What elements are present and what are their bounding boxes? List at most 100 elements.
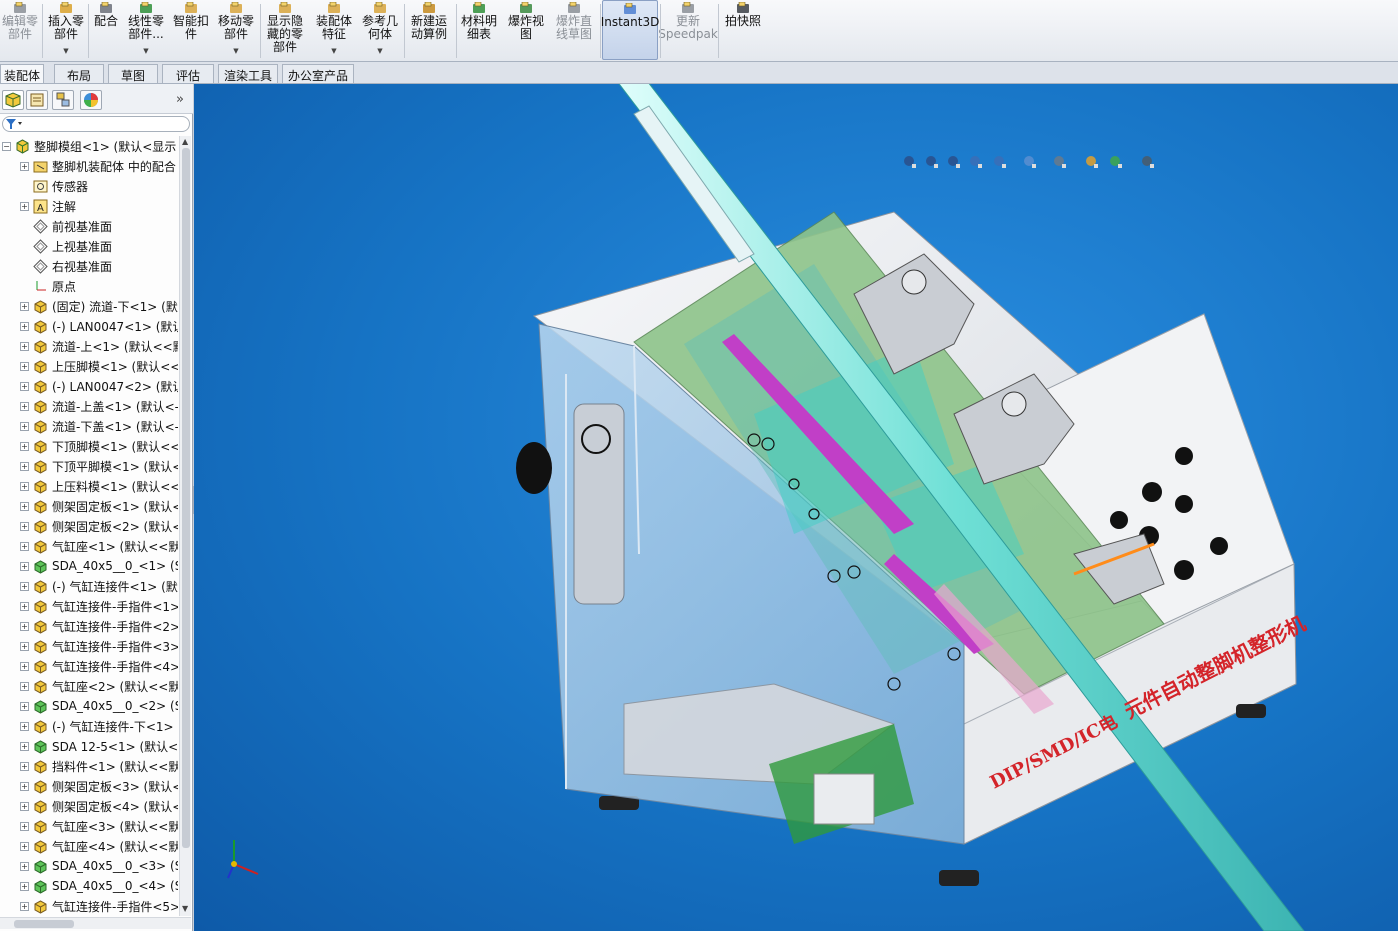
toolbar-button-8[interactable]: 参考几 何体 ▼ bbox=[358, 0, 402, 60]
dropdown-arrow-icon[interactable]: ▼ bbox=[331, 45, 336, 58]
tree-item[interactable]: + 流道-上盖<1> (默认<- bbox=[0, 396, 178, 416]
feature-manager-tab[interactable] bbox=[2, 90, 24, 110]
tree-item[interactable]: + SDA_40x5__0_<4> (SD bbox=[0, 876, 178, 896]
expand-toggle-icon[interactable]: + bbox=[20, 581, 29, 591]
tree-item[interactable]: + 下顶平脚模<1> (默认< bbox=[0, 456, 178, 476]
expand-toggle-icon[interactable]: + bbox=[20, 901, 29, 911]
toolbar-button-9[interactable]: 新建运 动算例 bbox=[406, 0, 452, 60]
expand-toggle-icon[interactable]: + bbox=[20, 601, 29, 611]
tree-item[interactable]: + (-) LAN0047<1> (默认 bbox=[0, 316, 178, 336]
property-manager-tab[interactable] bbox=[26, 90, 48, 110]
command-tab-0[interactable]: 装配体 bbox=[0, 64, 44, 83]
tree-item[interactable]: + (-) LAN0047<2> (默认 bbox=[0, 376, 178, 396]
tree-item[interactable]: + 气缸连接件-手指件<3> bbox=[0, 636, 178, 656]
expand-toggle-icon[interactable]: + bbox=[20, 501, 29, 511]
expand-toggle-icon[interactable]: + bbox=[20, 541, 29, 551]
display-manager-tab[interactable] bbox=[80, 90, 102, 110]
command-tab-2[interactable]: 草图 bbox=[108, 64, 158, 83]
expand-toggle-icon[interactable]: + bbox=[20, 821, 29, 831]
dropdown-arrow-icon[interactable]: ▼ bbox=[63, 45, 68, 58]
expand-panel-icon[interactable]: » bbox=[176, 92, 184, 107]
tree-item[interactable]: + 侧架固定板<4> (默认< bbox=[0, 796, 178, 816]
toolbar-button-3[interactable]: 线性零 部件... ▼ bbox=[124, 0, 168, 60]
tree-item[interactable]: + 流道-下盖<1> (默认<- bbox=[0, 416, 178, 436]
expand-toggle-icon[interactable]: + bbox=[20, 301, 29, 311]
expand-toggle-icon[interactable]: + bbox=[20, 521, 29, 531]
tree-item[interactable]: + (-) 气缸连接件-下<1> bbox=[0, 716, 178, 736]
tree-item[interactable]: + 上压脚模<1> (默认<< bbox=[0, 356, 178, 376]
tree-item[interactable]: 上视基准面 bbox=[0, 236, 178, 256]
tree-item[interactable]: + 气缸座<3> (默认<<默 bbox=[0, 816, 178, 836]
expand-toggle-icon[interactable]: + bbox=[20, 561, 29, 571]
expand-toggle-icon[interactable]: + bbox=[20, 421, 29, 431]
command-tab-1[interactable]: 布局 bbox=[54, 64, 104, 83]
dropdown-arrow-icon[interactable]: ▼ bbox=[233, 45, 238, 58]
tree-item[interactable]: + SDA_40x5__0_<1> (SD bbox=[0, 556, 178, 576]
dropdown-arrow-icon[interactable]: ▼ bbox=[143, 45, 148, 58]
scrollbar-thumb[interactable] bbox=[182, 148, 190, 848]
scrollbar-thumb[interactable] bbox=[14, 920, 74, 928]
tree-root-assembly[interactable]: − 整脚模组<1> (默认<显示 bbox=[0, 136, 178, 156]
tree-item[interactable]: + 流道-上<1> (默认<<默 bbox=[0, 336, 178, 356]
scroll-down-arrow-icon[interactable]: ▼ bbox=[182, 904, 188, 913]
expand-toggle-icon[interactable]: + bbox=[20, 801, 29, 811]
expand-toggle-icon[interactable]: + bbox=[20, 161, 29, 171]
tree-item[interactable]: + 上压料模<1> (默认<< bbox=[0, 476, 178, 496]
expand-toggle-icon[interactable]: + bbox=[20, 661, 29, 671]
tree-item[interactable]: 传感器 bbox=[0, 176, 178, 196]
tree-item[interactable]: + 整脚机装配体 中的配合 bbox=[0, 156, 178, 176]
command-tab-5[interactable]: 办公室产品 bbox=[282, 64, 354, 83]
toolbar-button-1[interactable]: 插入零 部件 ▼ bbox=[44, 0, 88, 60]
expand-toggle-icon[interactable]: + bbox=[20, 481, 29, 491]
tree-item[interactable]: + (固定) 流道-下<1> (默 bbox=[0, 296, 178, 316]
toolbar-button-4[interactable]: 智能扣 件 bbox=[170, 0, 212, 60]
expand-toggle-icon[interactable]: + bbox=[20, 341, 29, 351]
tree-item[interactable]: + 侧架固定板<3> (默认< bbox=[0, 776, 178, 796]
toolbar-button-15[interactable]: 拍快照 bbox=[720, 0, 766, 60]
tree-item[interactable]: 原点 bbox=[0, 276, 178, 296]
toolbar-button-10[interactable]: 材料明 细表 bbox=[458, 0, 500, 60]
tree-item[interactable]: + 侧架固定板<2> (默认< bbox=[0, 516, 178, 536]
toolbar-button-2[interactable]: 配合 bbox=[90, 0, 122, 60]
toolbar-button-13[interactable]: Instant3D bbox=[601, 0, 659, 60]
toolbar-button-6[interactable]: 显示隐 藏的零 部件 bbox=[262, 0, 308, 60]
expand-toggle-icon[interactable]: + bbox=[20, 841, 29, 851]
graphics-viewport[interactable]: DIP/SMD/IC电 元件自动整脚机整形机 bbox=[194, 84, 1398, 931]
expand-toggle-icon[interactable]: + bbox=[20, 701, 29, 711]
expand-toggle-icon[interactable]: + bbox=[20, 881, 29, 891]
tree-filter-input[interactable] bbox=[2, 116, 190, 132]
tree-item[interactable]: + A 注解 bbox=[0, 196, 178, 216]
expand-toggle-icon[interactable]: + bbox=[20, 741, 29, 751]
toolbar-button-11[interactable]: 爆炸视 图 bbox=[504, 0, 548, 60]
tree-item[interactable]: + 气缸座<4> (默认<<默 bbox=[0, 836, 178, 856]
tree-item[interactable]: + 侧架固定板<1> (默认< bbox=[0, 496, 178, 516]
expand-toggle-icon[interactable]: + bbox=[20, 861, 29, 871]
tree-item[interactable]: + 气缸座<2> (默认<<默 bbox=[0, 676, 178, 696]
tree-item[interactable]: + 挡料件<1> (默认<<默 bbox=[0, 756, 178, 776]
tree-item[interactable]: + SDA_40x5__0_<2> (SD bbox=[0, 696, 178, 716]
toolbar-button-12[interactable]: 爆炸直 线草图 bbox=[552, 0, 596, 60]
expand-toggle-icon[interactable]: + bbox=[20, 781, 29, 791]
expand-toggle-icon[interactable]: + bbox=[20, 321, 29, 331]
tree-item[interactable]: + 气缸连接件-手指件<4> bbox=[0, 656, 178, 676]
command-tab-3[interactable]: 评估 bbox=[162, 64, 214, 83]
expand-toggle-icon[interactable]: + bbox=[20, 381, 29, 391]
expand-toggle-icon[interactable]: + bbox=[20, 201, 29, 211]
expand-toggle-icon[interactable]: + bbox=[20, 441, 29, 451]
expand-toggle-icon[interactable]: − bbox=[2, 141, 11, 151]
tree-item[interactable]: + 下顶脚模<1> (默认<< bbox=[0, 436, 178, 456]
scroll-up-arrow-icon[interactable]: ▲ bbox=[182, 137, 188, 146]
toolbar-button-0[interactable]: 编辑零 部件 bbox=[0, 0, 40, 60]
dropdown-arrow-icon[interactable]: ▼ bbox=[377, 45, 382, 58]
tree-item[interactable]: + 气缸连接件-手指件<1> bbox=[0, 596, 178, 616]
tree-item[interactable]: 前视基准面 bbox=[0, 216, 178, 236]
expand-toggle-icon[interactable]: + bbox=[20, 761, 29, 771]
tree-item[interactable]: + 气缸连接件-手指件<2> bbox=[0, 616, 178, 636]
expand-toggle-icon[interactable]: + bbox=[20, 721, 29, 731]
tree-item[interactable]: 右视基准面 bbox=[0, 256, 178, 276]
command-tab-4[interactable]: 渲染工具 bbox=[218, 64, 278, 83]
tree-item[interactable]: + SDA 12-5<1> (默认< bbox=[0, 736, 178, 756]
expand-toggle-icon[interactable]: + bbox=[20, 361, 29, 371]
expand-toggle-icon[interactable]: + bbox=[20, 681, 29, 691]
toolbar-button-14[interactable]: 更新 Speedpak bbox=[658, 0, 718, 60]
